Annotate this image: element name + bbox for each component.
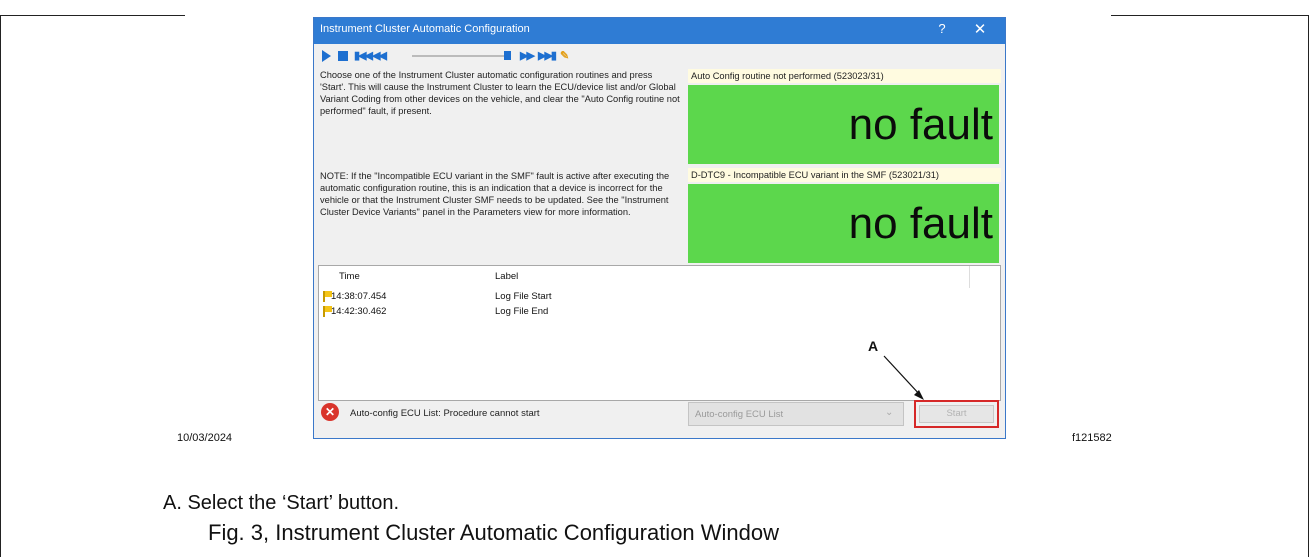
page-border-left: [0, 15, 1, 557]
skip-to-start-icon[interactable]: ▮◀◀: [354, 50, 373, 62]
figure-id: f121582: [1072, 432, 1112, 444]
help-button[interactable]: ?: [934, 21, 950, 36]
rewind-icon[interactable]: ◀◀: [372, 50, 387, 62]
chevron-down-icon: ⌄: [885, 407, 894, 418]
callout-label: A: [868, 338, 879, 354]
routine-select[interactable]: Auto-config ECU List ⌄: [688, 402, 904, 426]
document-date: 10/03/2024: [177, 432, 233, 444]
routine-description: Choose one of the Instrument Cluster aut…: [320, 70, 680, 116]
playback-toolbar: ▮◀◀ ◀◀ ▶▶ ▶▶▮ ✎: [320, 48, 600, 64]
log-row[interactable]: 14:42:30.462 Log File End: [319, 305, 979, 319]
routine-note: NOTE: If the "Incompatible ECU variant i…: [320, 171, 670, 217]
status-message: Auto-config ECU List: Procedure cannot s…: [350, 408, 540, 419]
fault-label-auto-config: Auto Config routine not performed (52302…: [688, 69, 1001, 83]
error-icon: ✕: [321, 403, 339, 421]
fast-forward-icon[interactable]: ▶▶: [520, 50, 535, 62]
log-time: 14:38:07.454: [331, 291, 387, 302]
position-slider[interactable]: [412, 55, 508, 57]
close-button[interactable]: ✕: [970, 20, 990, 38]
log-row[interactable]: 14:38:07.454 Log File Start: [319, 290, 979, 304]
column-header-label[interactable]: Label: [495, 271, 518, 282]
log-label: Log File End: [495, 306, 549, 317]
log-label: Log File Start: [495, 291, 552, 302]
window-titlebar: Instrument Cluster Automatic Configurati…: [314, 18, 1005, 44]
log-time: 14:42:30.462: [331, 306, 387, 317]
auto-config-window: Instrument Cluster Automatic Configurati…: [313, 17, 1006, 439]
fault-status-auto-config: no fault: [688, 85, 999, 164]
column-header-time[interactable]: Time: [339, 271, 360, 282]
page-border-top-right: [1111, 15, 1309, 16]
page-border-top-left: [0, 15, 185, 16]
log-list[interactable]: Time Label 14:38:07.454 Log File Start 1…: [318, 265, 1001, 401]
routine-select-value: Auto-config ECU List: [695, 409, 784, 420]
start-button-highlight: Start: [914, 400, 999, 428]
flag-icon: [323, 291, 332, 302]
fault-label-incompatible-ecu: D-DTC9 - Incompatible ECU variant in the…: [688, 168, 1001, 182]
start-button[interactable]: Start: [919, 405, 994, 423]
stop-icon[interactable]: [338, 51, 348, 61]
flag-icon: [323, 306, 332, 317]
slider-knob[interactable]: [504, 51, 511, 60]
callout-caption: A. Select the ‘Start’ button.: [163, 492, 400, 514]
fault-status-incompatible-ecu: no fault: [688, 184, 999, 263]
figure-caption: Fig. 3, Instrument Cluster Automatic Con…: [208, 520, 780, 545]
play-icon[interactable]: [322, 50, 331, 62]
window-title: Instrument Cluster Automatic Configurati…: [320, 23, 530, 35]
settings-tool-icon[interactable]: ✎: [560, 50, 572, 62]
skip-to-end-icon[interactable]: ▶▶▮: [538, 50, 557, 62]
column-divider: [969, 266, 970, 288]
